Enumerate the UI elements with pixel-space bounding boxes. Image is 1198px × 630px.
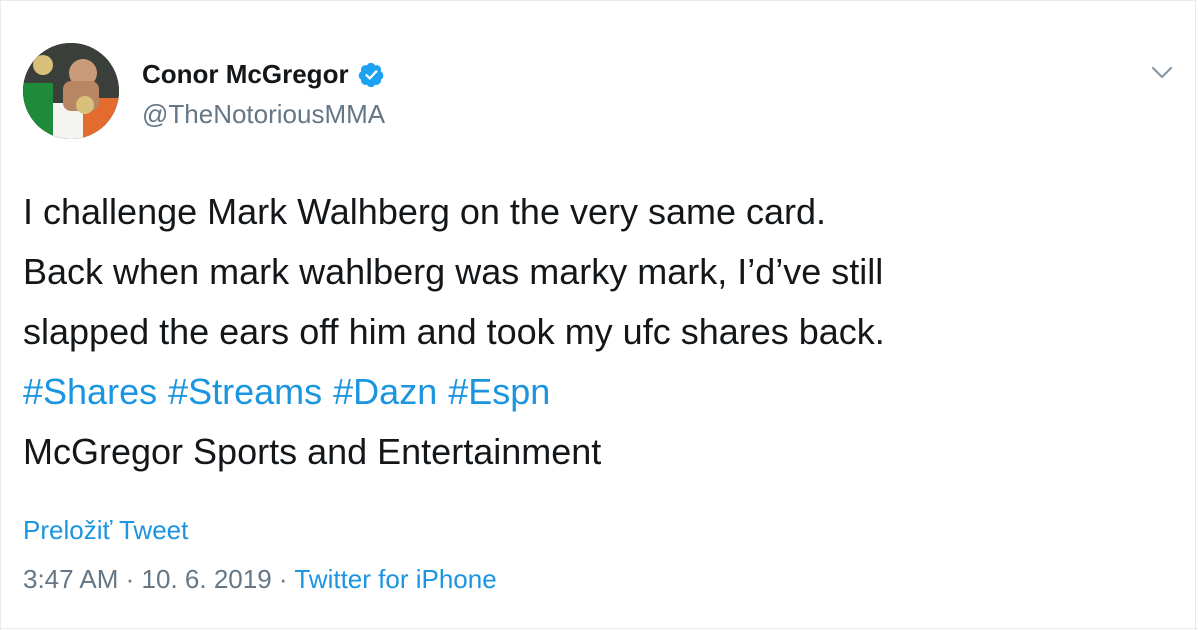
hashtag-link[interactable]: #Streams: [168, 371, 322, 412]
chevron-down-icon[interactable]: [1149, 59, 1175, 85]
tweet-time[interactable]: 3:47 AM: [23, 564, 118, 594]
divider: [1, 628, 1198, 629]
meta-separator: ·: [278, 564, 288, 594]
translate-tweet-link[interactable]: Preložiť Tweet: [23, 515, 188, 546]
tweet-date[interactable]: 10. 6. 2019: [142, 564, 272, 594]
tweet-text: I challenge Mark Walhberg on the very sa…: [23, 182, 1173, 482]
tweet-source-link[interactable]: Twitter for iPhone: [294, 564, 496, 594]
tweet-signature: McGregor Sports and Entertainment: [23, 431, 602, 472]
hashtag-link[interactable]: #Espn: [448, 371, 550, 412]
verified-badge-icon: [357, 61, 385, 89]
author-name-row[interactable]: Conor McGregor: [142, 59, 385, 90]
tweet-text-line: Back when mark wahlberg was marky mark, …: [23, 251, 884, 292]
hashtag-link[interactable]: #Shares: [23, 371, 157, 412]
avatar[interactable]: [23, 43, 119, 139]
avatar-image: [23, 43, 119, 139]
author-name[interactable]: Conor McGregor: [142, 59, 349, 90]
tweet-text-line: I challenge Mark Walhberg on the very sa…: [23, 191, 827, 232]
hashtag-link[interactable]: #Dazn: [333, 371, 437, 412]
tweet-text-line: slapped the ears off him and took my ufc…: [23, 311, 885, 352]
tweet-metadata: 3:47 AM · 10. 6. 2019 · Twitter for iPho…: [23, 564, 497, 595]
tweet-card: Conor McGregor @TheNotoriousMMA I challe…: [0, 0, 1198, 630]
hashtag-list: #Shares #Streams #Dazn #Espn: [23, 362, 1173, 422]
author-handle[interactable]: @TheNotoriousMMA: [142, 99, 385, 130]
meta-separator: ·: [125, 564, 135, 594]
